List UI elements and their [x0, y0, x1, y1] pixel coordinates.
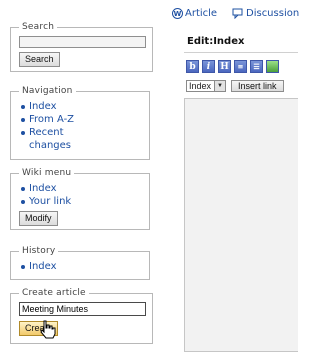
- navigation-panel: Navigation Index From A-Z Recent changes: [10, 86, 150, 160]
- navigation-legend: Navigation: [22, 86, 73, 96]
- chevron-down-icon: ▼: [214, 81, 225, 91]
- wiki-menu-item-index[interactable]: Index: [19, 182, 143, 195]
- modify-button[interactable]: Modify: [19, 211, 58, 226]
- formatting-toolbar: b i H ≡ ☰: [186, 60, 279, 73]
- nav-item-recent-changes-cont[interactable]: changes: [19, 139, 143, 152]
- wiki-menu-legend: Wiki menu: [22, 168, 72, 178]
- w-circle-icon: W: [172, 8, 183, 19]
- tab-discussion[interactable]: Discussion: [232, 8, 299, 19]
- create-article-input[interactable]: Meeting Minutes: [19, 302, 146, 316]
- editor-textarea[interactable]: [184, 98, 298, 352]
- edit-title: Edit:Index: [187, 36, 245, 47]
- tab-discussion-label: Discussion: [246, 8, 300, 19]
- tab-article-label: Article: [185, 8, 218, 19]
- history-legend: History: [22, 246, 56, 256]
- link-select-value: Index: [189, 81, 212, 91]
- create-article-panel: Create article Meeting Minutes Create: [10, 288, 153, 344]
- heading-button[interactable]: H: [218, 60, 231, 73]
- italic-button[interactable]: i: [202, 60, 215, 73]
- create-article-legend: Create article: [22, 288, 86, 298]
- history-panel: History Index: [10, 246, 150, 280]
- insert-link-button[interactable]: Insert link: [231, 80, 284, 92]
- search-legend: Search: [22, 22, 55, 32]
- image-icon[interactable]: [266, 60, 279, 73]
- search-input[interactable]: [19, 36, 146, 48]
- link-select[interactable]: Index ▼: [186, 80, 226, 92]
- nav-item-from-a-z[interactable]: From A-Z: [19, 113, 143, 126]
- numbered-list-icon[interactable]: ☰: [250, 60, 263, 73]
- edit-divider: [184, 52, 298, 53]
- nav-item-index[interactable]: Index: [19, 100, 143, 113]
- discussion-icon: [232, 8, 243, 19]
- search-button[interactable]: Search: [19, 52, 60, 67]
- tab-article[interactable]: W Article: [172, 8, 217, 19]
- search-panel: Search Search: [10, 22, 153, 72]
- wiki-menu-panel: Wiki menu Index Your link Modify: [10, 168, 150, 230]
- history-item-index[interactable]: Index: [19, 260, 143, 273]
- hand-cursor-icon: [40, 320, 56, 339]
- bold-button[interactable]: b: [186, 60, 199, 73]
- wiki-menu-item-your-link[interactable]: Your link: [19, 195, 143, 208]
- nav-item-recent-changes[interactable]: Recent: [19, 126, 143, 139]
- bullet-list-icon[interactable]: ≡: [234, 60, 247, 73]
